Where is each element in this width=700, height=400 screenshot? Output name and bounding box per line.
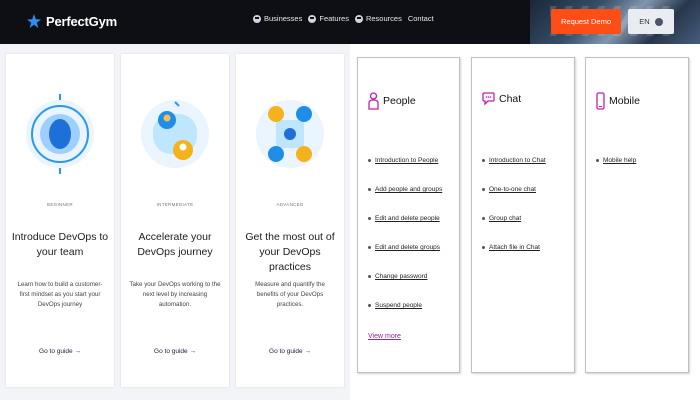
list-item[interactable]: Attach file in Chat	[482, 233, 546, 262]
panel-header: Mobile	[596, 92, 640, 110]
logo-text: PerfectGym	[46, 13, 117, 29]
mobile-links: Mobile help	[596, 146, 636, 175]
list-item[interactable]: One-to-one chat	[482, 175, 546, 204]
language-selector[interactable]: EN	[628, 9, 674, 34]
card-title: Introduce DevOps to your team	[11, 231, 109, 258]
list-item[interactable]: Mobile help	[596, 146, 636, 175]
list-item[interactable]: Edit and delete groups	[368, 233, 442, 262]
nav-label: Resources	[365, 14, 402, 23]
target-illustration-icon	[26, 94, 94, 174]
card-level: ADVANCED	[276, 202, 304, 207]
chevron-circle-icon	[308, 14, 317, 23]
card-description: Learn how to build a customer-first mind…	[17, 281, 103, 308]
panel-header: People	[368, 92, 416, 110]
go-to-guide-link[interactable]: Go to guide →	[236, 348, 344, 355]
mobile-icon	[596, 92, 605, 110]
guide-card-advanced[interactable]: ADVANCED Get the most out of your DevOps…	[236, 54, 344, 387]
list-item[interactable]: Introduction to Chat	[482, 146, 546, 175]
panel-header: Chat	[482, 92, 521, 106]
card-title: Get the most out of your DevOps practice…	[245, 231, 335, 273]
globe-icon	[654, 17, 663, 26]
help-link[interactable]: Edit and delete groups	[375, 244, 440, 251]
nav-resources[interactable]: Resources	[354, 14, 402, 23]
list-item[interactable]: Group chat	[482, 204, 546, 233]
panel-people: People Introduction to People Add people…	[357, 57, 460, 373]
help-link[interactable]: One-to-one chat	[489, 186, 536, 193]
list-item[interactable]: Suspend people	[368, 291, 442, 320]
help-link[interactable]: Group chat	[489, 215, 521, 222]
help-link[interactable]: Introduction to Chat	[489, 157, 546, 164]
list-item[interactable]: Introduction to People	[368, 146, 442, 175]
list-item[interactable]: Edit and delete people	[368, 204, 442, 233]
help-link[interactable]: Add people and groups	[375, 186, 442, 193]
panel-title: Mobile	[609, 95, 640, 107]
panel-title: Chat	[499, 93, 522, 105]
panel-chat: Chat Introduction to Chat One-to-one cha…	[471, 57, 575, 373]
help-link[interactable]: Change password	[375, 273, 427, 280]
go-to-guide-link[interactable]: Go to guide →	[121, 348, 229, 355]
go-to-guide-link[interactable]: Go to guide →	[6, 348, 114, 355]
card-description: Measure and quantify the benefits of you…	[255, 281, 325, 308]
nav-contact[interactable]: Contact	[408, 14, 434, 23]
card-level: INTERMEDIATE	[156, 202, 194, 207]
language-label: EN	[639, 17, 650, 26]
help-link[interactable]: Attach file in Chat	[489, 244, 540, 251]
guide-card-beginner[interactable]: BEGINNER Introduce DevOps to your team L…	[6, 54, 114, 387]
nav-label: Features	[319, 14, 349, 23]
help-link[interactable]: Edit and delete people	[375, 215, 440, 222]
chevron-circle-icon	[354, 14, 363, 23]
nav-businesses[interactable]: Businesses	[253, 14, 302, 23]
top-navigation-bar: PerfectGym Businesses Features Resources…	[0, 0, 700, 44]
request-demo-button[interactable]: Request Demo	[551, 9, 621, 34]
list-item[interactable]: Change password	[368, 262, 442, 291]
chat-links: Introduction to Chat One-to-one chat Gro…	[482, 146, 546, 262]
panel-mobile: Mobile Mobile help	[585, 57, 689, 373]
nav-label: Businesses	[264, 14, 303, 23]
help-link[interactable]: Suspend people	[375, 302, 422, 309]
team-illustration-icon	[256, 100, 324, 168]
main-nav: Businesses Features Resources Contact	[253, 14, 434, 23]
people-icon	[368, 92, 379, 110]
card-description: Take your DevOps working to the next lev…	[129, 281, 221, 308]
view-more-link[interactable]: View more	[368, 333, 401, 340]
list-item[interactable]: Add people and groups	[368, 175, 442, 204]
panel-title: People	[383, 95, 416, 107]
help-link[interactable]: Mobile help	[603, 157, 636, 164]
guide-card-intermediate[interactable]: INTERMEDIATE Accelerate your DevOps jour…	[121, 54, 229, 387]
help-link[interactable]: Introduction to People	[375, 157, 438, 164]
card-title: Accelerate your DevOps journey	[137, 231, 213, 258]
chat-icon	[482, 92, 495, 106]
card-level: BEGINNER	[47, 202, 73, 207]
chevron-circle-icon	[253, 14, 261, 23]
nav-features[interactable]: Features	[308, 14, 349, 23]
people-illustration-icon	[141, 100, 209, 168]
nav-label: Contact	[407, 14, 434, 23]
people-links: Introduction to People Add people and gr…	[368, 146, 442, 320]
logo[interactable]: PerfectGym	[26, 10, 117, 32]
star-logo-icon	[27, 14, 41, 28]
